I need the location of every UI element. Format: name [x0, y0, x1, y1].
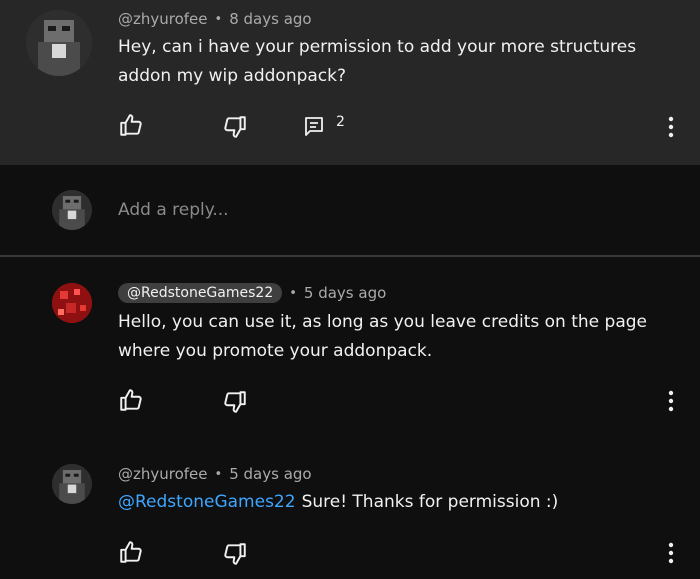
comment-author[interactable]: @zhyurofee — [118, 465, 208, 483]
meta-separator: • — [214, 466, 223, 482]
more-button[interactable] — [656, 386, 686, 416]
more-vertical-icon — [668, 542, 674, 564]
dislike-button[interactable] — [220, 539, 250, 569]
comment-icon — [305, 117, 323, 136]
avatar[interactable] — [52, 283, 92, 323]
comment-text: Hello, you can use it, as long as you le… — [118, 312, 647, 361]
comment-text: @RedstoneGames22 Sure! Thanks for permiss… — [118, 488, 678, 517]
replies-button[interactable] — [299, 111, 329, 141]
reply-input-bar: Add a reply... — [0, 165, 700, 255]
thumbs-up-icon — [120, 541, 142, 563]
comment-text: Hey, can i have your permission to add y… — [118, 37, 637, 86]
thumbs-up-icon — [120, 114, 142, 136]
comment-body: Sure! Thanks for permission :) — [301, 492, 559, 512]
meta-separator: • — [214, 11, 223, 27]
comment-time: 5 days ago — [303, 284, 387, 302]
comment-author[interactable]: @zhyurofee — [118, 10, 208, 28]
more-vertical-icon — [668, 390, 674, 412]
divider — [0, 255, 700, 257]
creator-handle-chip[interactable]: @RedstoneGames22 — [118, 283, 283, 303]
comment-meta: @RedstoneGames22 • 5 days ago — [118, 283, 386, 303]
more-button[interactable] — [656, 112, 686, 142]
like-button[interactable] — [116, 385, 146, 415]
meta-separator: • — [289, 285, 297, 301]
comment-time: 5 days ago — [229, 465, 312, 483]
reply-input[interactable]: Add a reply... — [118, 200, 229, 220]
like-button[interactable] — [116, 110, 146, 140]
like-button[interactable] — [116, 537, 146, 567]
thumbs-down-icon — [224, 116, 246, 138]
avatar[interactable] — [52, 464, 92, 504]
more-button[interactable] — [656, 538, 686, 568]
thumbs-down-icon — [224, 543, 246, 565]
highlighted-comment: @zhyurofee • 8 days ago Hey, can i have … — [0, 0, 700, 165]
thumbs-down-icon — [224, 391, 246, 413]
comment-meta: @zhyurofee • 8 days ago — [118, 10, 312, 28]
avatar — [52, 190, 92, 230]
avatar[interactable] — [26, 10, 92, 76]
reply-count[interactable]: 2 — [336, 114, 345, 130]
dislike-button[interactable] — [220, 387, 250, 417]
more-vertical-icon — [668, 116, 674, 138]
thumbs-up-icon — [120, 389, 142, 411]
comment-time: 8 days ago — [229, 10, 312, 28]
dislike-button[interactable] — [220, 112, 250, 142]
comment-meta: @zhyurofee • 5 days ago — [118, 465, 312, 483]
mention-link[interactable]: @RedstoneGames22 — [118, 492, 296, 512]
